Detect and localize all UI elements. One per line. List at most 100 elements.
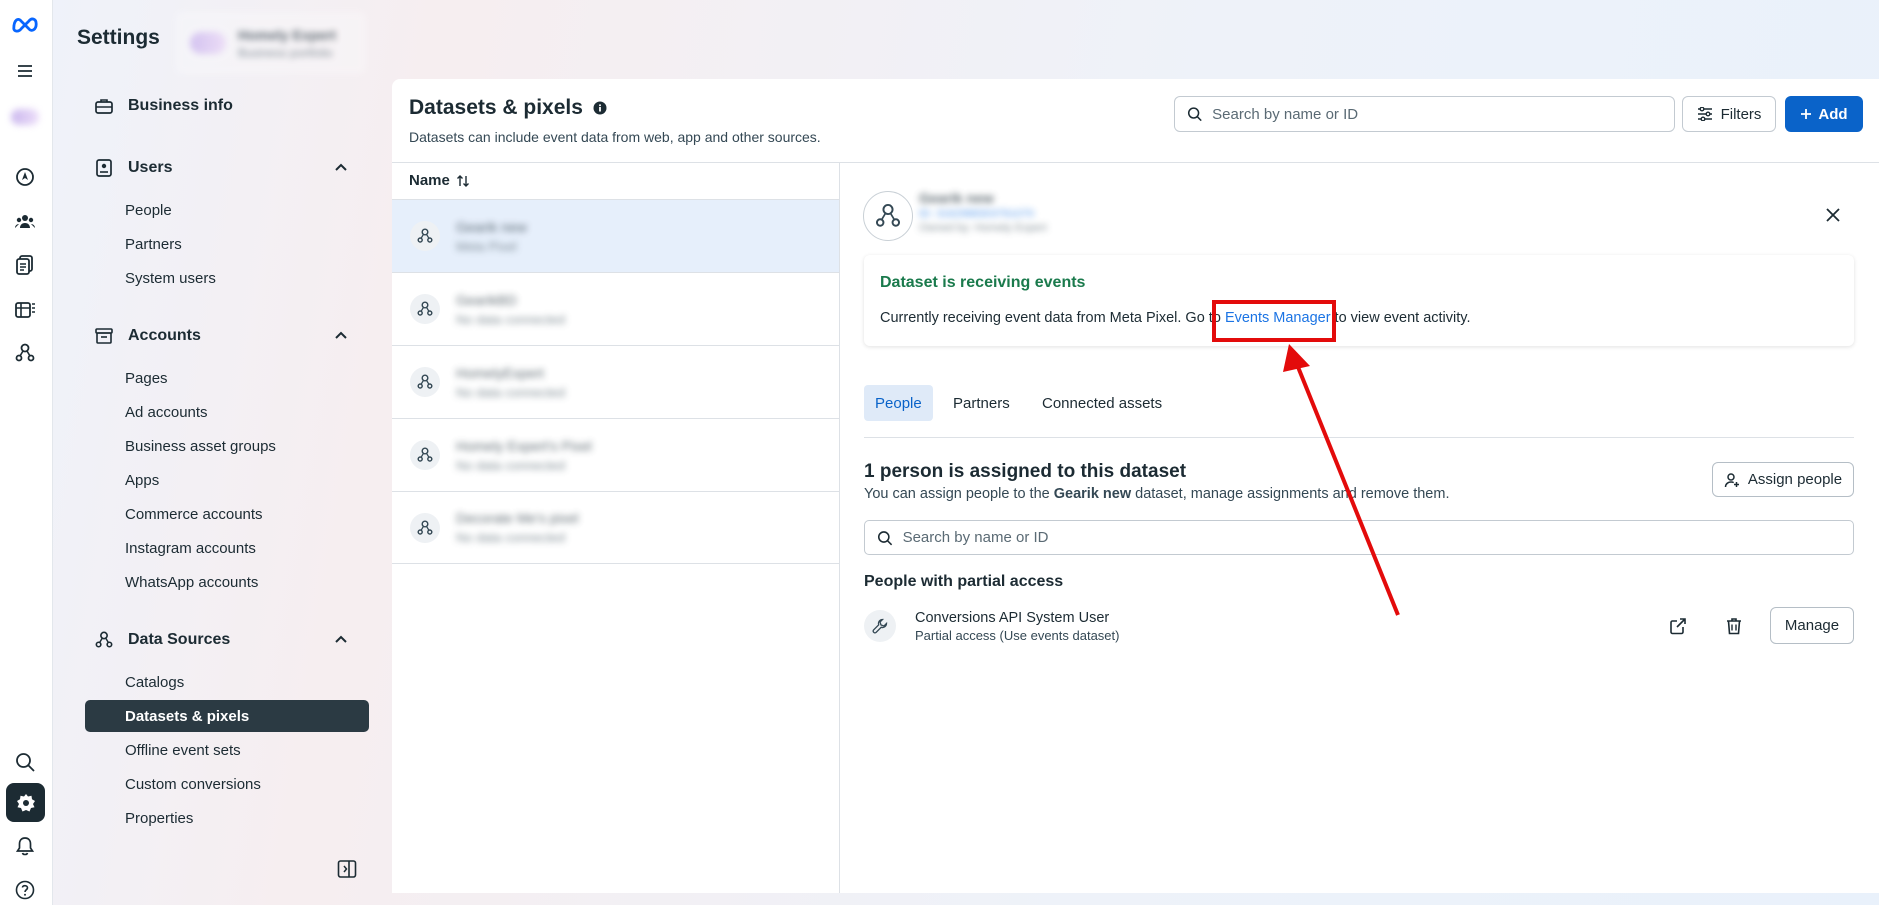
dataset-row[interactable]: Homely Expert's Pixel No data connected	[392, 418, 839, 491]
dataset-row[interactable]: GearikBD No data connected	[392, 272, 839, 345]
table-icon[interactable]	[11, 295, 39, 323]
bell-icon[interactable]	[11, 832, 39, 860]
nav-item-people[interactable]: People	[85, 194, 369, 226]
dataset-status: No data connected	[456, 530, 566, 545]
dataset-icon	[410, 221, 440, 251]
dataset-detail-header: Gearik new ID: 3162988303761070 Owned by…	[919, 190, 1047, 234]
nav-item-partners[interactable]: Partners	[85, 228, 369, 260]
dataset-status: No data connected	[456, 311, 566, 327]
dataset-name: Gearik new	[456, 218, 527, 235]
dataset-row[interactable]: Decorate Me's pixel No data connected	[392, 491, 839, 564]
open-external-icon[interactable]	[1669, 617, 1687, 635]
portfolio-name: Homely Expert	[238, 26, 337, 43]
system-user-avatar	[864, 610, 896, 642]
search-icon	[1187, 107, 1202, 122]
archive-icon	[94, 326, 114, 346]
dataset-status: Meta Pixel	[456, 238, 517, 254]
nav-section-users[interactable]: Users	[94, 158, 172, 178]
dataset-name: Homely Expert's Pixel	[456, 437, 592, 454]
filters-button[interactable]: Filters	[1682, 96, 1776, 132]
notice-text-pre: Currently receiving event data from Meta…	[880, 310, 1225, 326]
assigned-desc-dataset: Gearik new	[1053, 486, 1132, 502]
chevron-up-icon[interactable]	[333, 632, 349, 648]
nav-item-ad-accounts[interactable]: Ad accounts	[85, 396, 369, 428]
dataset-search-field[interactable]	[1174, 96, 1675, 132]
help-icon[interactable]	[11, 876, 39, 904]
search-icon[interactable]	[11, 748, 39, 776]
dataset-icon	[410, 440, 440, 470]
page-title-text: Datasets & pixels	[409, 96, 583, 119]
nav-accounts-label: Accounts	[128, 327, 201, 344]
nav-item-datasets-pixels[interactable]: Datasets & pixels	[85, 700, 369, 732]
compass-icon[interactable]	[11, 163, 39, 191]
assign-people-button[interactable]: Assign people	[1712, 462, 1854, 497]
info-icon[interactable]	[593, 101, 607, 115]
business-avatar-icon[interactable]	[11, 103, 39, 131]
nav-section-accounts[interactable]: Accounts	[94, 326, 201, 346]
meta-logo-icon[interactable]	[11, 10, 39, 38]
dataset-icon	[410, 367, 440, 397]
dataset-status: No data connected	[456, 384, 566, 400]
trash-icon[interactable]	[1725, 617, 1743, 635]
id-card-icon	[94, 158, 114, 178]
nav-item-properties[interactable]: Properties	[85, 802, 369, 834]
assign-people-label: Assign people	[1747, 471, 1843, 488]
nav-item-custom-conversions[interactable]: Custom conversions	[85, 768, 369, 800]
notice-title: Dataset is receiving events	[880, 274, 1086, 291]
notice-text-post: to view event activity.	[1330, 310, 1471, 326]
assigned-desc-pre: You can assign people to the	[864, 486, 1054, 502]
nav-item-business-asset-groups[interactable]: Business asset groups	[85, 430, 369, 462]
tab-connected-assets[interactable]: Connected assets	[1031, 385, 1173, 421]
nav-item-catalogs[interactable]: Catalogs	[85, 666, 369, 698]
dataset-row[interactable]: HomelyExpert No data connected	[392, 345, 839, 418]
dataset-icon	[410, 512, 440, 543]
dataset-detail-owner: Owned by: Homely Expert	[919, 222, 1047, 234]
nav-item-offline-event-sets[interactable]: Offline event sets	[85, 734, 369, 766]
data-sources-icon	[875, 203, 901, 227]
dataset-name: HomelyExpert	[456, 364, 544, 381]
pages-icon[interactable]	[11, 251, 39, 279]
data-sources-icon[interactable]	[11, 339, 39, 367]
nav-business-info[interactable]: Business info	[94, 96, 233, 116]
portfolio-type: Business portfolio	[238, 45, 333, 60]
dataset-avatar	[863, 191, 913, 241]
chevron-up-icon[interactable]	[333, 160, 349, 176]
nav-item-commerce-accounts[interactable]: Commerce accounts	[85, 498, 369, 530]
tab-partners[interactable]: Partners	[942, 385, 1021, 421]
nav-item-pages[interactable]: Pages	[85, 362, 369, 394]
page-title: Datasets & pixels	[409, 96, 607, 120]
column-header-name[interactable]: Name	[409, 172, 470, 189]
nav-item-apps[interactable]: Apps	[85, 464, 369, 496]
dataset-icon	[410, 294, 440, 324]
column-header-name-label: Name	[409, 172, 450, 189]
search-icon	[877, 530, 893, 545]
nav-item-whatsapp-accounts[interactable]: WhatsApp accounts	[85, 566, 369, 598]
business-portfolio-switcher[interactable]: Homely Expert Business portfolio	[176, 12, 366, 74]
plus-icon	[1801, 109, 1812, 119]
tab-people[interactable]: People	[864, 385, 933, 421]
callout-highlight-box	[1212, 300, 1336, 342]
nav-item-system-users[interactable]: System users	[85, 262, 369, 294]
filter-sliders-icon	[1697, 107, 1712, 121]
receiving-events-notice	[864, 255, 1854, 346]
menu-icon[interactable]	[11, 57, 39, 85]
dataset-name: Decorate Me's pixel	[456, 510, 579, 526]
settings-icon[interactable]	[6, 783, 45, 822]
dataset-row[interactable]: Gearik new Meta Pixel	[392, 199, 839, 272]
nav-section-data-sources[interactable]: Data Sources	[94, 630, 230, 650]
chevron-up-icon[interactable]	[333, 328, 349, 344]
assigned-count-title: 1 person is assigned to this dataset	[864, 461, 1187, 482]
collapse-sidebar-icon[interactable]	[337, 859, 357, 879]
nav-data-sources-label: Data Sources	[128, 631, 231, 648]
dataset-search-input[interactable]	[1212, 105, 1674, 123]
person-add-icon	[1724, 472, 1739, 487]
nav-business-info-label: Business info	[128, 97, 233, 114]
wrench-icon	[872, 618, 888, 634]
manage-button[interactable]: Manage	[1770, 607, 1854, 644]
people-group-icon[interactable]	[11, 207, 39, 235]
nav-item-instagram-accounts[interactable]: Instagram accounts	[85, 532, 369, 564]
system-user-access: Partial access (Use events dataset)	[915, 628, 1120, 643]
close-icon[interactable]	[1823, 205, 1843, 225]
add-button[interactable]: Add	[1785, 96, 1863, 132]
system-user-name: Conversions API System User	[915, 610, 1110, 626]
